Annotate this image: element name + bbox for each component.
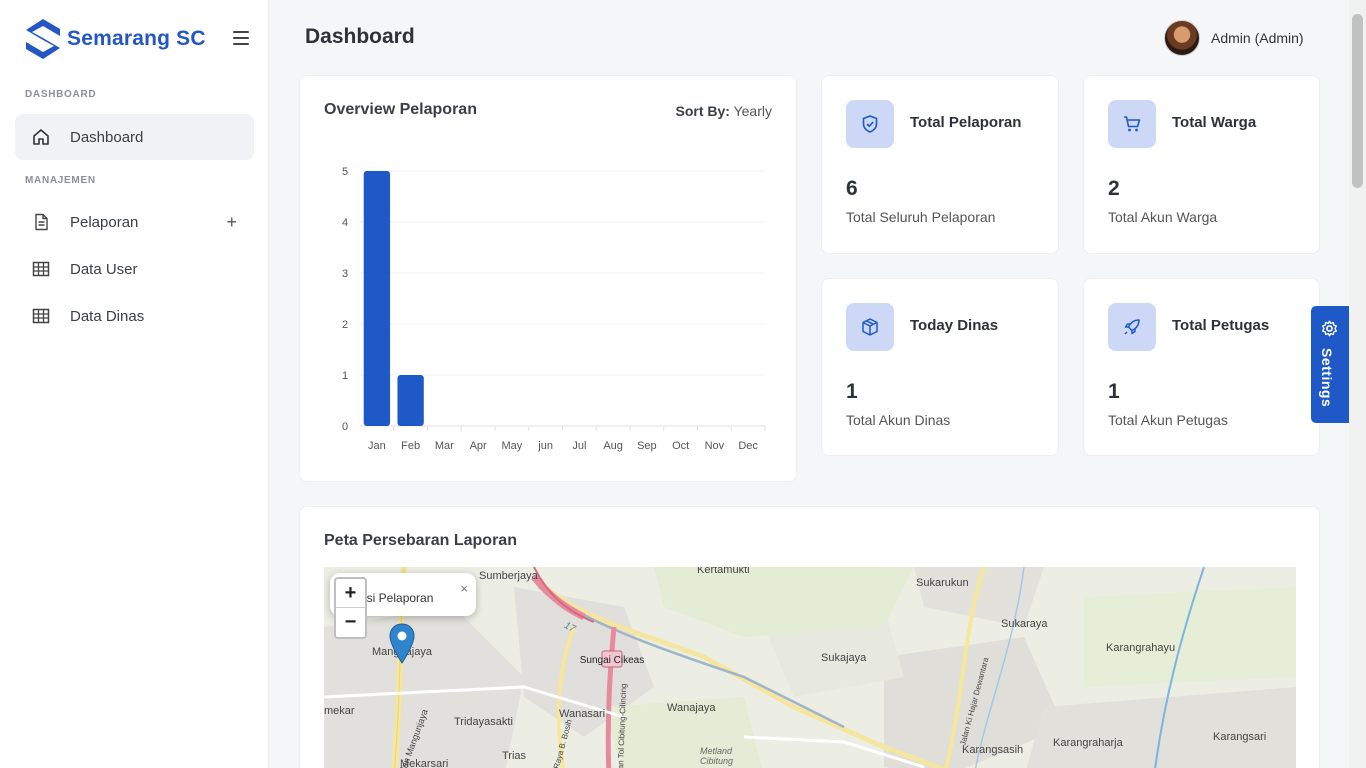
map-label: Karangsari [1213,731,1267,743]
table-icon [32,260,50,278]
home-icon [32,128,50,146]
sidebar-item-dashboard[interactable]: Dashboard [15,114,254,160]
x-tick-label: May [501,440,522,452]
zoom-in-button[interactable]: + [336,579,365,608]
chart-title: Overview Pelaporan [324,101,477,118]
y-tick-label: 0 [342,421,348,433]
sidebar-item-label: Pelaporan [70,213,139,231]
y-tick-label: 3 [342,268,348,280]
bar [363,171,391,426]
sidebar-item-label: Data Dinas [70,307,145,325]
stat-description: Total Akun Warga [1108,209,1218,225]
stat-card-today-dinas: Today Dinas 1 Total Akun Dinas [821,278,1059,456]
x-tick-label: Aug [603,440,623,452]
bar-chart: 0 1 2 3 4 5 Jan Feb Mar Apr May jun Jul Aug Sep Oct Nov D… [342,166,766,452]
user-menu[interactable]: Admin (Admin) [1164,20,1304,56]
x-tick-label: jun [537,440,553,452]
stat-description: Total Akun Dinas [846,412,951,428]
stat-card-total-petugas: Total Petugas 1 Total Akun Petugas [1083,278,1320,456]
overview-card: Overview Pelaporan Sort By: Yearly 0 1 2 3 4… [299,75,797,482]
stat-title: Today Dinas [910,317,999,334]
map-label: Trias [502,750,527,762]
x-tick-label: Jul [572,440,586,452]
avatar [1164,20,1200,56]
svg-text:Sungai Cikeas: Sungai Cikeas [580,655,644,666]
map-label: mekar [324,705,355,717]
map-marker-icon[interactable] [389,623,415,665]
x-tick-label: Nov [705,440,725,452]
scrollbar-thumb[interactable] [1352,14,1363,188]
map-label: Karangrahayu [1106,642,1176,654]
sidebar-item-label: Data User [70,260,138,278]
x-tick-label: Feb [401,440,420,452]
x-tick-label: Sep [637,440,657,452]
map-label: Tridayasakti [454,716,513,728]
stat-title: Total Petugas [1172,317,1270,334]
y-tick-label: 4 [342,217,348,229]
sidebar-item-data-dinas[interactable]: Data Dinas [15,293,254,339]
map-label: Karangsasih [962,744,1024,756]
stat-value: 6 [846,177,858,200]
user-name: Admin (Admin) [1211,30,1304,46]
section-label-manajemen: MANAJEMEN [25,175,96,186]
sort-value: Yearly [733,103,772,119]
document-icon [32,213,50,231]
settings-label: Settings [1319,348,1335,408]
map-card: Peta Persebaran Laporan Sungai Cikeas Su… [299,506,1320,768]
sidebar-item-pelaporan[interactable]: Pelaporan + [15,199,254,245]
sort-dropdown[interactable]: Sort By: Yearly [676,103,773,119]
page-scrollbar[interactable] [1349,0,1366,768]
settings-tab[interactable]: Settings [1311,306,1349,423]
gear-icon [1322,320,1337,337]
sidebar: Semarang SC DASHBOARD Dashboard MANAJEME… [0,0,269,768]
map-label: Sukajaya [821,652,867,664]
box-icon [846,303,894,351]
x-tick-label: Oct [672,440,689,452]
y-tick-label: 2 [342,319,348,331]
stat-title: Total Pelaporan [910,114,1022,131]
stat-description: Total Akun Petugas [1108,412,1228,428]
x-tick-label: Mar [435,440,454,452]
cart-icon [1108,100,1156,148]
map-label: Wanajaya [667,702,716,714]
brand[interactable]: Semarang SC [24,18,206,60]
x-tick-label: Dec [738,440,758,452]
shield-check-icon [846,100,894,148]
stat-value: 2 [1108,177,1120,200]
section-label-dashboard: DASHBOARD [25,89,97,100]
map-label: Sumberjaya [479,570,538,582]
sidebar-item-data-user[interactable]: Data User [15,246,254,292]
map-title: Peta Persebaran Laporan [324,532,517,549]
stat-title: Total Warga [1172,114,1257,131]
bar [397,375,424,426]
stat-value: 1 [846,380,858,403]
y-tick-label: 1 [342,370,348,382]
map-label: Sukaraya [1001,618,1048,630]
sidebar-item-label: Dashboard [70,128,144,146]
map[interactable]: Sungai Cikeas Sumberjaya Kertamukti Suka… [324,567,1296,768]
x-tick-label: Apr [470,440,487,452]
zoom-out-button[interactable]: − [336,608,365,637]
y-tick-label: 5 [342,166,348,178]
map-label: Metland Cibitung [700,746,734,766]
map-label: Sukarukun [916,577,969,589]
menu-toggle-icon[interactable] [233,31,249,45]
popup-close-button[interactable]: × [460,581,468,596]
map-label: Karangraharja [1053,737,1123,749]
sort-label: Sort By: [675,103,730,119]
table-icon [32,307,50,325]
stat-card-total-pelaporan: Total Pelaporan 6 Total Seluruh Pelapora… [821,75,1059,254]
expand-icon[interactable]: + [226,212,237,233]
zoom-control: + − [334,577,367,639]
x-tick-label: Jan [368,440,386,452]
brand-name: Semarang SC [67,27,206,50]
stat-description: Total Seluruh Pelaporan [846,209,996,225]
stat-value: 1 [1108,380,1120,403]
logo-icon [26,19,60,59]
map-label: Kertamukti [697,567,750,576]
stat-card-total-warga: Total Warga 2 Total Akun Warga [1083,75,1320,254]
page-title: Dashboard [305,25,415,48]
rocket-icon [1108,303,1156,351]
